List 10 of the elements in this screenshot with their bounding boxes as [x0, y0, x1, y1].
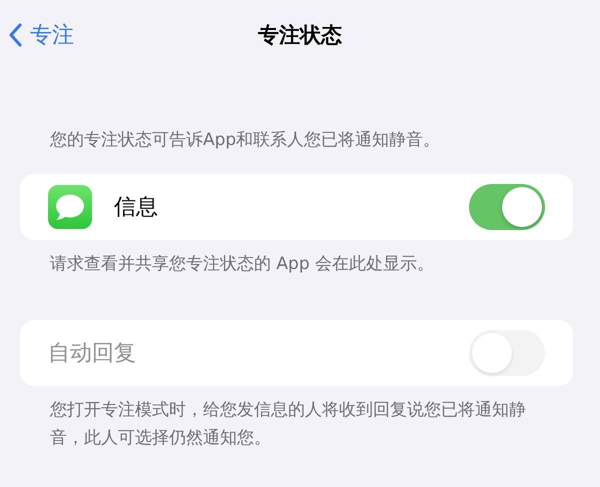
chat-bubble-icon	[48, 185, 92, 229]
description-text: 您的专注状态可告诉App和联系人您已将通知静音。	[50, 129, 442, 152]
page-title: 专注状态	[258, 22, 342, 49]
toggle-switch[interactable]	[469, 184, 545, 230]
section-footer: 您打开专注模式时，给您发信息的人将收到回复说您已将通知静音，此人可选择仍然通知您。	[50, 396, 545, 472]
back-button[interactable]: 专注	[8, 20, 74, 50]
section-footer: 请求查看并共享您专注状态的 App 会在此处显示。	[50, 250, 545, 298]
row-label: 信息	[114, 194, 159, 222]
back-chevron-icon	[8, 23, 22, 47]
row-label: 自动回复	[48, 340, 137, 368]
